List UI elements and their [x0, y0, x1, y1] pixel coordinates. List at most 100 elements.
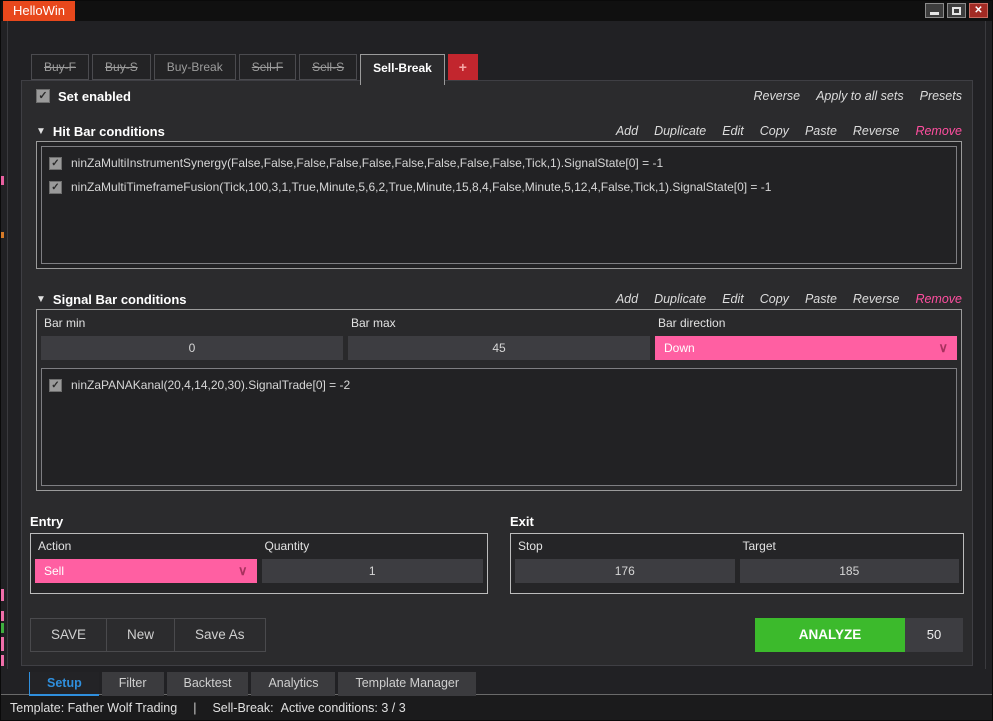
bar-max-input[interactable]: 45: [348, 336, 650, 360]
hit-paste-link[interactable]: Paste: [805, 124, 837, 138]
signal-bar-title: Signal Bar conditions: [52, 291, 187, 307]
collapse-triangle-icon[interactable]: ▼: [36, 294, 46, 305]
reverse-set-link[interactable]: Reverse: [754, 89, 801, 103]
condition-checkbox[interactable]: ✓: [49, 378, 62, 392]
apply-to-all-sets-link[interactable]: Apply to all sets: [816, 89, 904, 103]
status-separator: |: [193, 700, 197, 715]
bar-direction-label: Bar direction: [658, 316, 726, 330]
maximize-button[interactable]: [947, 3, 966, 18]
entry-title: Entry: [30, 514, 64, 529]
entry-box: Action Sell ∨ Quantity 1: [30, 533, 488, 594]
tab-backtest[interactable]: Backtest: [166, 672, 249, 696]
window-edge-right: [985, 21, 986, 669]
hit-reverse-link[interactable]: Reverse: [853, 124, 900, 138]
stop-label: Stop: [518, 539, 543, 553]
save-as-button[interactable]: Save As: [174, 618, 266, 652]
set-enabled-checkbox[interactable]: ✓: [36, 89, 50, 103]
hit-add-link[interactable]: Add: [616, 124, 638, 138]
analyze-count-input[interactable]: 50: [905, 618, 963, 652]
target-field: Target 185: [739, 536, 959, 591]
signal-bar-fields: Bar min 0 Bar max 45 Bar direction Down …: [38, 311, 960, 365]
exit-title: Exit: [510, 514, 534, 529]
new-button[interactable]: New: [106, 618, 176, 652]
signal-copy-link[interactable]: Copy: [760, 292, 789, 306]
bar-max-label: Bar max: [351, 316, 396, 330]
bar-max-field: Bar max 45: [348, 313, 650, 363]
hit-edit-link[interactable]: Edit: [722, 124, 744, 138]
collapse-triangle-icon[interactable]: ▼: [36, 126, 46, 137]
tab-sell-f[interactable]: Sell-F: [238, 54, 297, 80]
signal-duplicate-link[interactable]: Duplicate: [654, 292, 706, 306]
hit-remove-link[interactable]: Remove: [915, 124, 962, 138]
status-bar: Template: Father Wolf Trading | Sell-Bre…: [1, 694, 992, 720]
tab-buy-s[interactable]: Buy-S: [92, 54, 151, 80]
target-input[interactable]: 185: [739, 559, 959, 583]
window-title: HelloWin: [3, 1, 76, 21]
signal-remove-link[interactable]: Remove: [915, 292, 962, 306]
tab-setup[interactable]: Setup: [29, 672, 99, 696]
status-active-conditions: Active conditions: 3 / 3: [280, 700, 406, 715]
analyze-button[interactable]: ANALYZE: [755, 618, 905, 652]
quantity-label: Quantity: [264, 539, 310, 553]
condition-row[interactable]: ✓ ninZaMultiInstrumentSynergy(False,Fals…: [42, 151, 956, 175]
action-select[interactable]: Sell ∨: [35, 559, 257, 583]
edge-mark: [1, 655, 4, 666]
hit-duplicate-link[interactable]: Duplicate: [654, 124, 706, 138]
tab-sell-s[interactable]: Sell-S: [299, 54, 358, 80]
condition-row[interactable]: ✓ ninZaMultiTimeframeFusion(Tick,100,3,1…: [42, 175, 956, 199]
signal-bar-condition-list: ✓ ninZaPANAKanal(20,4,14,20,30).SignalTr…: [41, 368, 957, 486]
condition-text: ninZaMultiTimeframeFusion(Tick,100,3,1,T…: [71, 180, 772, 194]
tab-template-manager[interactable]: Template Manager: [338, 672, 477, 696]
tab-buy-f[interactable]: Buy-F: [31, 54, 90, 80]
hit-bar-header: ▼ Hit Bar conditions Add Duplicate Edit …: [36, 123, 962, 139]
minimize-icon: [930, 12, 939, 15]
status-template: Template: Father Wolf Trading: [10, 700, 178, 715]
app-window: HelloWin ✕ Buy-F Buy-S Buy-Break Sell-F …: [0, 0, 993, 721]
window-controls: ✕: [925, 3, 988, 18]
edge-mark: [1, 176, 4, 185]
add-set-button[interactable]: +: [447, 54, 478, 80]
bar-min-input[interactable]: 0: [41, 336, 343, 360]
action-field: Action Sell ∨: [35, 536, 257, 591]
stop-input[interactable]: 176: [515, 559, 735, 583]
signal-bar-links: Add Duplicate Edit Copy Paste Reverse Re…: [616, 292, 962, 306]
status-set-label: Sell-Break:: [212, 700, 274, 715]
signal-reverse-link[interactable]: Reverse: [853, 292, 900, 306]
condition-checkbox[interactable]: ✓: [49, 156, 62, 170]
tab-buy-break[interactable]: Buy-Break: [153, 54, 236, 80]
hit-copy-link[interactable]: Copy: [760, 124, 789, 138]
edge-mark: [1, 589, 4, 601]
signal-bar-header: ▼ Signal Bar conditions Add Duplicate Ed…: [36, 291, 962, 307]
bottom-tab-strip: Setup Filter Backtest Analytics Template…: [29, 672, 477, 696]
bar-direction-select[interactable]: Down ∨: [655, 336, 957, 360]
strategy-tab-strip: Buy-F Buy-S Buy-Break Sell-F Sell-S Sell…: [31, 54, 478, 85]
hit-bar-title: Hit Bar conditions: [52, 123, 165, 139]
condition-text: ninZaPANAKanal(20,4,14,20,30).SignalTrad…: [71, 378, 351, 392]
title-bar: HelloWin ✕: [1, 1, 992, 21]
signal-paste-link[interactable]: Paste: [805, 292, 837, 306]
quantity-field: Quantity 1: [261, 536, 483, 591]
close-button[interactable]: ✕: [969, 3, 988, 18]
bar-direction-field: Bar direction Down ∨: [655, 313, 957, 363]
presets-link[interactable]: Presets: [920, 89, 962, 103]
set-enabled-label: Set enabled: [58, 88, 131, 104]
signal-edit-link[interactable]: Edit: [722, 292, 744, 306]
edge-mark: [1, 232, 4, 238]
tab-analytics[interactable]: Analytics: [251, 672, 336, 696]
save-button[interactable]: SAVE: [30, 618, 108, 652]
hit-bar-links: Add Duplicate Edit Copy Paste Reverse Re…: [616, 124, 962, 138]
hit-bar-box: ✓ ninZaMultiInstrumentSynergy(False,Fals…: [36, 141, 962, 269]
target-label: Target: [742, 539, 776, 553]
signal-add-link[interactable]: Add: [616, 292, 638, 306]
close-icon: ✕: [974, 4, 983, 16]
bar-direction-value: Down: [664, 341, 695, 355]
quantity-input[interactable]: 1: [261, 559, 483, 583]
condition-row[interactable]: ✓ ninZaPANAKanal(20,4,14,20,30).SignalTr…: [42, 373, 956, 397]
tab-filter[interactable]: Filter: [101, 672, 164, 696]
action-label: Action: [38, 539, 72, 553]
minimize-button[interactable]: [925, 3, 944, 18]
condition-checkbox[interactable]: ✓: [49, 180, 62, 194]
tab-sell-break[interactable]: Sell-Break: [360, 54, 445, 85]
edge-mark: [1, 637, 4, 651]
analyze-actions: ANALYZE 50: [755, 618, 963, 652]
